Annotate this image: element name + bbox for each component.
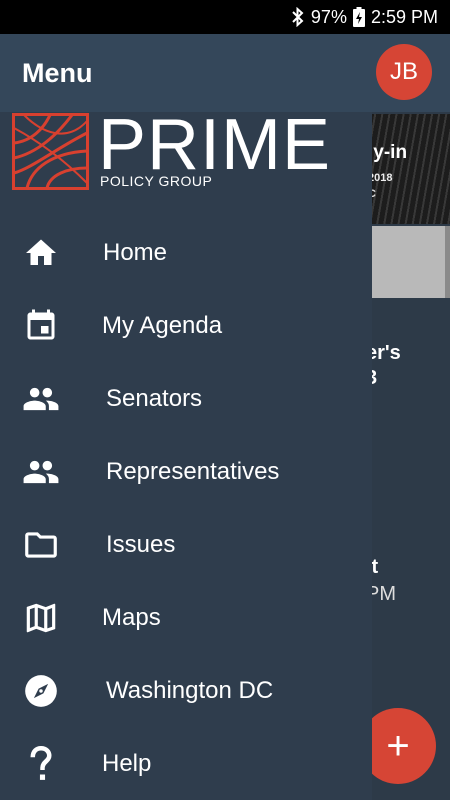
calendar-icon — [22, 307, 60, 345]
folder-icon — [22, 526, 60, 564]
people-icon — [22, 380, 60, 418]
clock: 2:59 PM — [370, 6, 438, 27]
menu-item-help[interactable]: Help — [0, 727, 372, 800]
status-bar: 97% 2:59 PM — [0, 0, 450, 34]
image-card-edge — [445, 226, 450, 298]
bluetooth-icon — [292, 7, 304, 27]
logo-subtitle: POLICY GROUP — [100, 173, 213, 189]
menu-item-my-agenda[interactable]: My Agenda — [0, 289, 372, 362]
event-card-title: ly-in — [368, 142, 408, 163]
people-icon — [22, 453, 60, 491]
menu-item-home[interactable]: Home — [0, 216, 372, 289]
menu-item-senators[interactable]: Senators — [0, 362, 372, 435]
event-card[interactable]: ly-in 2018 C — [360, 114, 450, 224]
menu-item-washington-dc[interactable]: Washington DC — [0, 654, 372, 727]
menu-item-label: Senators — [106, 384, 203, 412]
menu-item-label: Home — [103, 238, 168, 266]
logo-wordmark: PRIME — [98, 105, 332, 185]
menu-item-label: Help — [102, 749, 152, 777]
drawer-header: Menu — [0, 34, 372, 112]
drawer-title: Menu — [22, 57, 93, 88]
prime-policy-group-logo: PRIME POLICY GROUP — [12, 109, 330, 193]
drawer-menu: Home My Agenda Senators Representatives — [0, 216, 372, 800]
navigation-drawer: Menu PRIME POLICY GROUP Home My Agenda S… — [0, 34, 372, 800]
menu-item-label: Issues — [106, 530, 176, 558]
image-card[interactable] — [360, 226, 445, 298]
map-icon — [22, 599, 60, 637]
avatar[interactable]: JB — [376, 44, 432, 100]
compass-icon — [22, 672, 60, 710]
logo-mark-icon — [12, 113, 89, 190]
menu-item-issues[interactable]: Issues — [0, 508, 372, 581]
menu-item-label: My Agenda — [102, 311, 223, 339]
menu-item-label: Washington DC — [106, 676, 274, 704]
menu-item-label: Maps — [102, 603, 161, 631]
menu-item-maps[interactable]: Maps — [0, 581, 372, 654]
home-icon — [22, 234, 60, 272]
menu-item-label: Representatives — [106, 457, 280, 485]
battery-percent: 97% — [310, 6, 347, 27]
menu-item-representatives[interactable]: Representatives — [0, 435, 372, 508]
help-icon — [22, 745, 60, 783]
battery-icon — [352, 7, 365, 27]
